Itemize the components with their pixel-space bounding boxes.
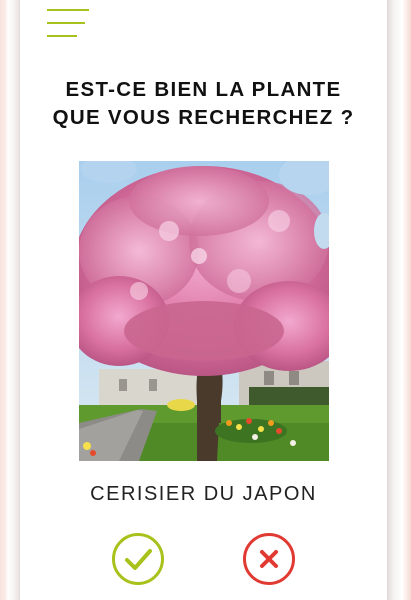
confirm-button[interactable] (112, 533, 164, 585)
page-title: EST-CE BIEN LA PLANTE QUE VOUS RECHERCHE… (20, 76, 387, 132)
title-line-2: QUE VOUS RECHERCHEZ ? (52, 106, 355, 129)
app-screen: EST-CE BIEN LA PLANTE QUE VOUS RECHERCHE… (20, 0, 387, 600)
device-frame-left (0, 0, 20, 600)
checkmark-icon (125, 549, 152, 570)
hamburger-menu-icon[interactable] (47, 6, 89, 38)
menu-line (47, 9, 89, 11)
plant-name: CERISIER DU JAPON (90, 483, 317, 505)
reject-button[interactable] (243, 533, 295, 585)
x-mark-icon (260, 550, 278, 568)
menu-line (47, 22, 85, 24)
plant-photo (79, 161, 329, 461)
menu-line (47, 35, 77, 37)
title-line-1: EST-CE BIEN LA PLANTE (65, 78, 342, 101)
device-frame-right (387, 0, 411, 600)
